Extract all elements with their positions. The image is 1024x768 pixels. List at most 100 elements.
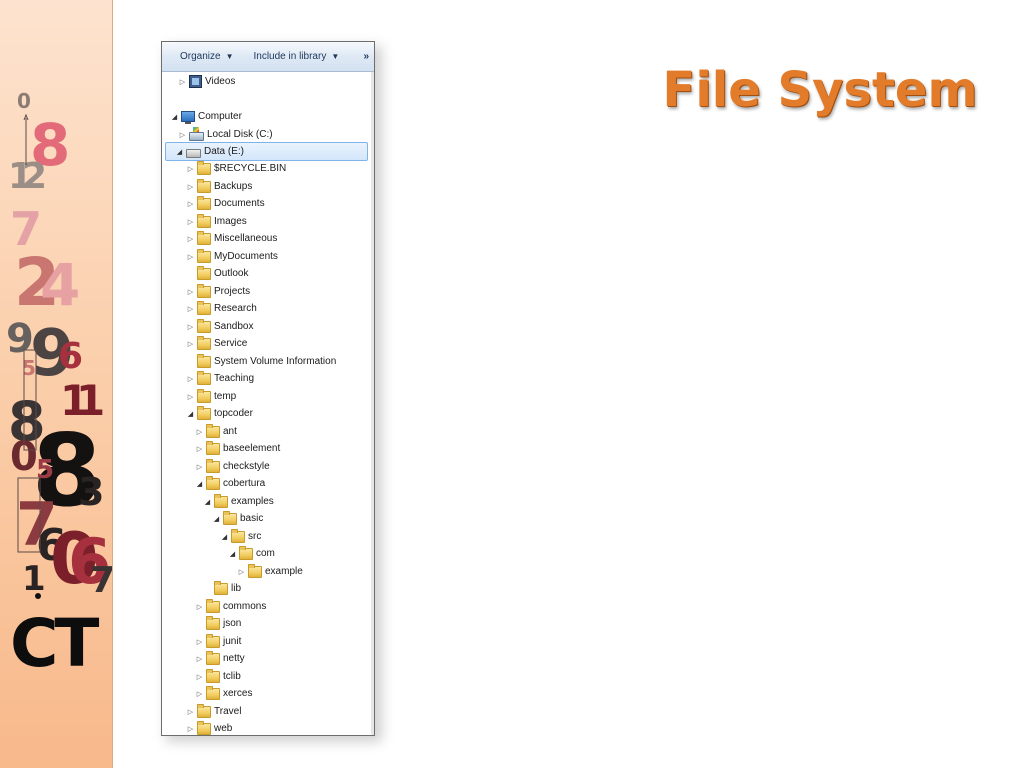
expanded-arrow-icon[interactable]: ◢ — [195, 480, 204, 488]
drive-c-icon — [189, 127, 204, 141]
collapsed-arrow-icon[interactable]: ▷ — [186, 200, 195, 208]
collapsed-arrow-icon[interactable]: ▷ — [195, 655, 204, 663]
collapsed-arrow-icon[interactable]: ▷ — [195, 638, 204, 646]
tree-item[interactable]: ◢ src — [220, 528, 261, 545]
collapsed-arrow-icon[interactable]: ▷ — [186, 218, 195, 226]
tree-item[interactable]: ◢ Computer — [170, 108, 242, 125]
tree-item-label: netty — [223, 653, 245, 664]
expanded-arrow-icon[interactable]: ◢ — [228, 550, 237, 558]
tree-item[interactable]: ▷ temp — [186, 388, 236, 405]
folder-icon — [206, 686, 220, 700]
tree-item[interactable]: ▷ junit — [195, 633, 241, 650]
tree-item[interactable]: ▷ netty — [195, 650, 245, 667]
folder-icon — [197, 179, 211, 193]
expanded-arrow-icon[interactable]: ◢ — [212, 515, 221, 523]
collapsed-arrow-icon[interactable]: ▷ — [186, 340, 195, 348]
collapsed-arrow-icon[interactable]: ▷ — [186, 725, 195, 733]
tree-item[interactable]: ▷ example — [237, 563, 303, 580]
folder-icon — [231, 529, 245, 543]
tree-item[interactable]: ▷ ant — [195, 423, 237, 440]
collapsed-arrow-icon[interactable]: ▷ — [195, 673, 204, 681]
drive-icon — [186, 149, 201, 158]
organize-button[interactable]: Organize ▼ — [174, 46, 240, 68]
tree-item[interactable]: lib — [203, 580, 241, 597]
tree-item[interactable]: ◢ Data (E:) — [165, 142, 368, 161]
tree-item[interactable]: ▷ baseelement — [195, 440, 280, 457]
tree-item[interactable]: ▷ Videos — [178, 73, 235, 90]
expanded-arrow-icon[interactable]: ◢ — [186, 410, 195, 418]
ct-logo-text: CT — [10, 605, 99, 682]
collapsed-arrow-icon[interactable]: ▷ — [186, 393, 195, 401]
collapsed-arrow-icon[interactable]: ▷ — [195, 603, 204, 611]
tree-item-label: Backups — [214, 181, 253, 192]
tree-item-label: src — [248, 531, 262, 542]
tree-item[interactable]: Outlook — [186, 265, 248, 282]
tree-item[interactable]: ▷ MyDocuments — [186, 248, 278, 265]
tree-item[interactable]: json — [195, 615, 241, 632]
tree-item[interactable]: ▷ tclib — [195, 668, 241, 685]
tree-item[interactable]: ▷ xerces — [195, 685, 252, 702]
tree-item[interactable]: ▷ Local Disk (C:) — [178, 126, 273, 143]
tree-item[interactable]: ▷ checkstyle — [195, 458, 270, 475]
tree-item[interactable]: ▷ Projects — [186, 283, 250, 300]
tree-item[interactable]: ▷ Backups — [186, 178, 252, 195]
collapsed-arrow-icon[interactable]: ▷ — [237, 568, 246, 576]
collapsed-arrow-icon[interactable]: ▷ — [195, 445, 204, 453]
vertical-scrollbar[interactable] — [371, 72, 374, 735]
collapsed-arrow-icon[interactable]: ▷ — [186, 183, 195, 191]
tree-item[interactable]: ▷ Research — [186, 300, 257, 317]
tree-item[interactable]: ▷ Documents — [186, 195, 265, 212]
collapsed-arrow-icon[interactable]: ▷ — [178, 131, 187, 139]
tree-item[interactable]: ▷ Sandbox — [186, 318, 253, 335]
tree-item-label: junit — [223, 636, 242, 647]
tree-item-label: example — [265, 566, 303, 577]
tree-item-label: topcoder — [214, 408, 253, 419]
tree-item-label: json — [223, 618, 242, 629]
tree-item[interactable]: System Volume Information — [186, 353, 336, 370]
collapsed-arrow-icon[interactable]: ▷ — [186, 165, 195, 173]
expanded-arrow-icon[interactable]: ◢ — [220, 533, 229, 541]
tree-item[interactable]: ▷ Service — [186, 335, 247, 352]
folder-icon — [197, 704, 211, 718]
page-title: File System — [662, 62, 978, 118]
folder-icon — [206, 459, 220, 473]
expanded-arrow-icon[interactable]: ◢ — [170, 113, 179, 121]
tree-item[interactable]: ◢ com — [228, 545, 275, 562]
folder-icon — [206, 441, 220, 455]
decor-digit: 4 — [40, 251, 80, 319]
tree-item[interactable]: ▷ web — [186, 720, 232, 735]
tree-item[interactable]: ◢ examples — [203, 493, 274, 510]
tree-item[interactable]: ◢ basic — [212, 510, 263, 527]
tree-item[interactable]: ◢ cobertura — [195, 475, 265, 492]
collapsed-arrow-icon[interactable]: ▷ — [186, 375, 195, 383]
collapsed-arrow-icon[interactable]: ▷ — [178, 78, 187, 86]
collapsed-arrow-icon[interactable]: ▷ — [186, 323, 195, 331]
folder-icon — [197, 389, 211, 403]
include-in-library-button[interactable]: Include in library ▼ — [248, 46, 346, 68]
tree-item[interactable]: ◢ topcoder — [186, 405, 253, 422]
folder-icon — [197, 284, 211, 298]
tree-item[interactable]: ▷ commons — [195, 598, 266, 615]
decor-digit: 5 — [36, 455, 54, 485]
more-commands-button[interactable]: » — [358, 51, 374, 62]
tree-item[interactable]: ▷ Travel — [186, 703, 241, 720]
collapsed-arrow-icon[interactable]: ▷ — [186, 288, 195, 296]
collapsed-arrow-icon[interactable]: ▷ — [195, 690, 204, 698]
collapsed-arrow-icon[interactable]: ▷ — [186, 708, 195, 716]
caret-down-icon: ▼ — [225, 52, 234, 61]
videos-icon — [189, 75, 202, 88]
tree-item[interactable]: ▷ Miscellaneous — [186, 230, 277, 247]
expanded-arrow-icon[interactable]: ◢ — [175, 148, 184, 156]
collapsed-arrow-icon[interactable]: ▷ — [195, 463, 204, 471]
tree-item[interactable]: ▷ Teaching — [186, 370, 254, 387]
collapsed-arrow-icon[interactable]: ▷ — [186, 235, 195, 243]
tree-item[interactable]: ▷ $RECYCLE.BIN — [186, 160, 286, 177]
tree-item-label: Documents — [214, 198, 265, 209]
collapsed-arrow-icon[interactable]: ▷ — [195, 428, 204, 436]
expanded-arrow-icon[interactable]: ◢ — [203, 498, 212, 506]
tree-item-label: xerces — [223, 688, 253, 699]
tree-item[interactable]: ▷ Images — [186, 213, 247, 230]
collapsed-arrow-icon[interactable]: ▷ — [186, 305, 195, 313]
collapsed-arrow-icon[interactable]: ▷ — [186, 253, 195, 261]
folder-icon — [197, 354, 211, 368]
